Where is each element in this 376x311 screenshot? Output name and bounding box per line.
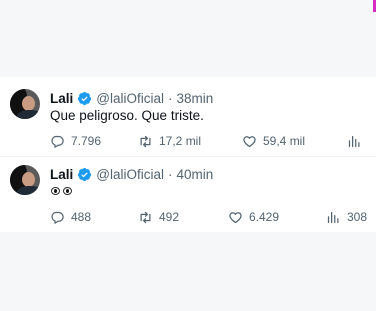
reply-button[interactable]: 488	[50, 209, 91, 225]
views-button[interactable]	[347, 133, 362, 149]
separator-dot: ·	[167, 90, 173, 106]
tweet-text: Que peligroso. Que triste.	[50, 108, 204, 123]
tweet-time[interactable]: 40min	[176, 167, 213, 182]
views-icon	[327, 211, 339, 223]
like-count: 59,4 mil	[263, 134, 306, 148]
views-icon	[348, 135, 360, 147]
tweet-header: Lali @laliOficial · 38min	[50, 89, 213, 107]
retweet-icon	[140, 211, 151, 223]
reply-icon	[51, 135, 64, 148]
reply-count: 488	[71, 210, 92, 224]
retweet-icon	[140, 135, 151, 147]
retweet-button[interactable]: 17,2 mil	[138, 133, 201, 149]
tweet-header: Lali @laliOficial · 40min	[50, 165, 213, 183]
verified-badge-icon	[78, 167, 92, 181]
like-button[interactable]: 6.429	[228, 209, 279, 225]
tweet-feed: Lali @laliOficial · 38min Que peligroso.…	[0, 77, 376, 232]
tweet[interactable]: Lali @laliOficial · 40min 488 492 6.429 …	[0, 157, 376, 234]
author-name[interactable]: Lali	[50, 167, 73, 182]
retweet-button[interactable]: 492	[138, 209, 179, 225]
verified-badge-icon	[78, 91, 92, 105]
views-count: 308	[347, 210, 368, 224]
avatar[interactable]	[10, 165, 40, 195]
like-count: 6.429	[249, 210, 280, 224]
tweet[interactable]: Lali @laliOficial · 38min Que peligroso.…	[0, 77, 376, 154]
retweet-count: 492	[159, 210, 180, 224]
reply-icon	[51, 211, 64, 224]
avatar[interactable]	[10, 89, 40, 119]
views-button[interactable]: 308	[326, 209, 367, 225]
tweet-time[interactable]: 38min	[176, 91, 213, 106]
retweet-count: 17,2 mil	[159, 134, 202, 148]
like-button[interactable]: 59,4 mil	[242, 133, 305, 149]
like-icon	[229, 211, 242, 223]
reply-count: 7.796	[71, 134, 102, 148]
reply-button[interactable]: 7.796	[50, 133, 101, 149]
author-name[interactable]: Lali	[50, 91, 73, 106]
eyes-emoji	[51, 187, 72, 195]
author-handle[interactable]: @laliOficial	[96, 167, 164, 182]
author-handle[interactable]: @laliOficial	[96, 91, 164, 106]
separator-dot: ·	[167, 166, 173, 182]
like-icon	[243, 135, 256, 147]
